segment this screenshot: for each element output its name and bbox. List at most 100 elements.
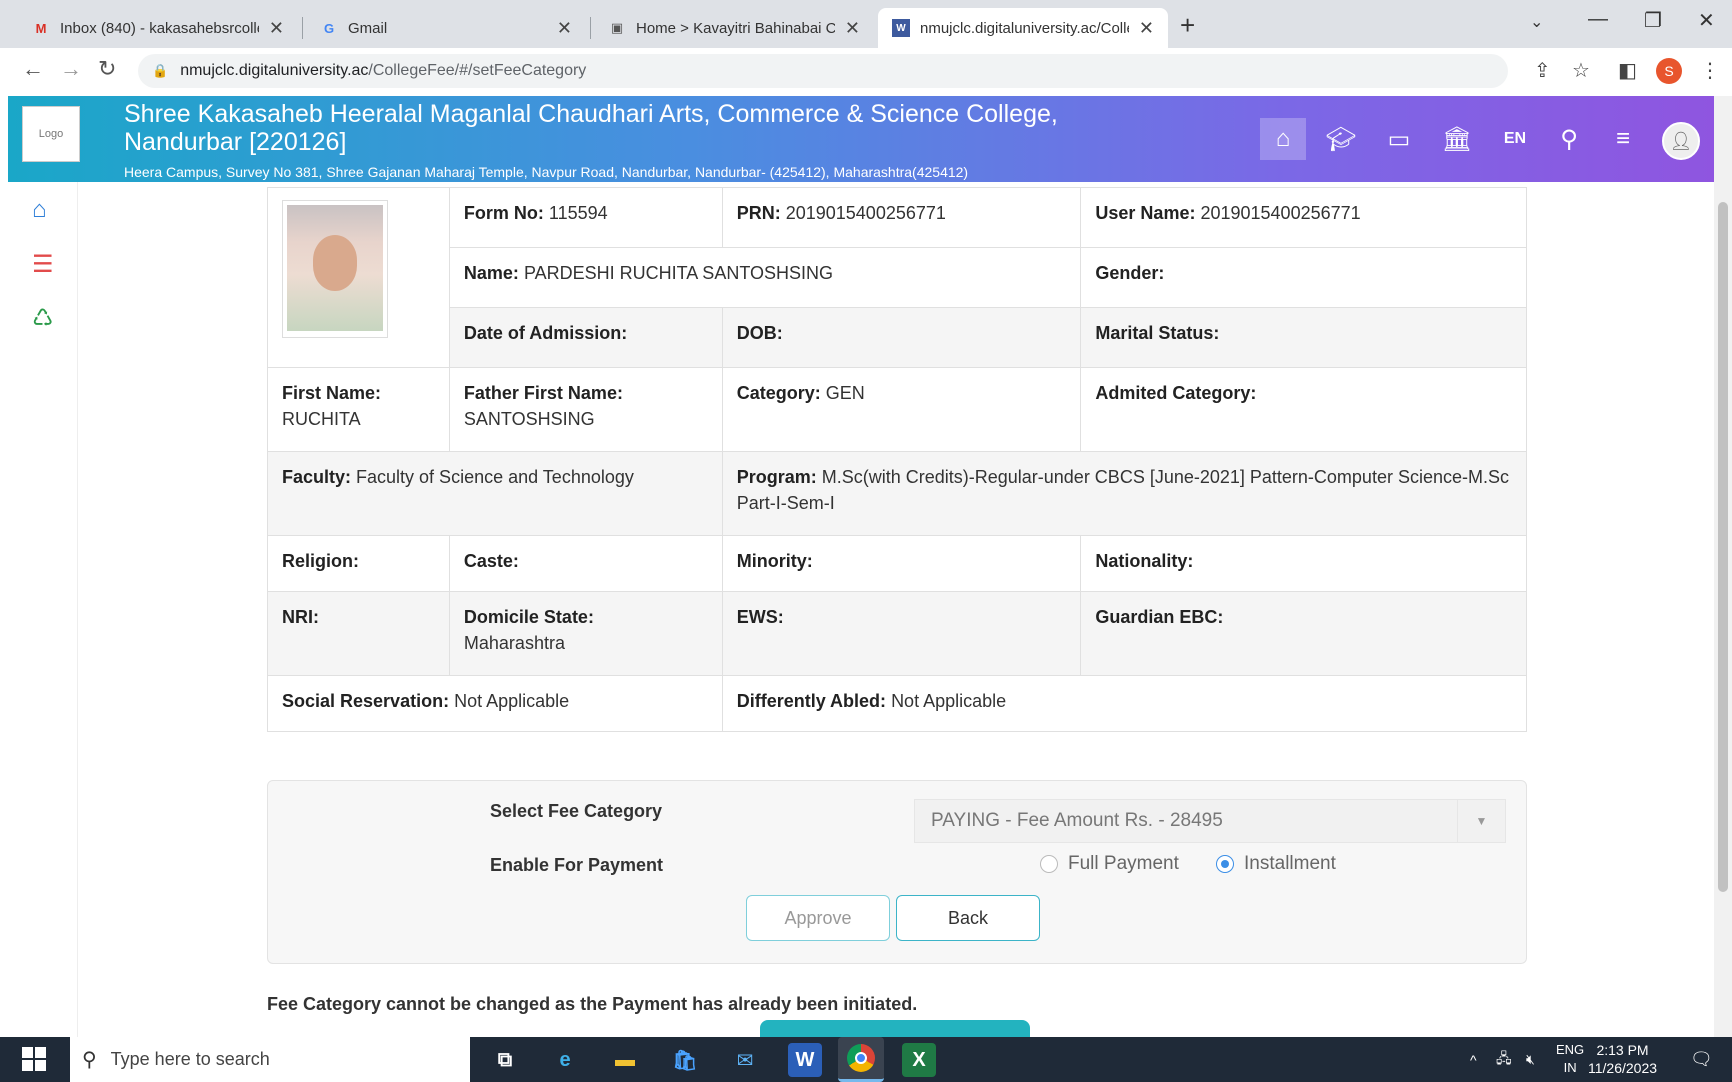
tray-chevron-icon[interactable]: ^ <box>1470 1037 1477 1082</box>
word-icon[interactable]: W <box>788 1043 822 1077</box>
edge-icon[interactable]: e <box>548 1043 582 1077</box>
excel-icon[interactable]: X <box>902 1043 936 1077</box>
full-payment-radio[interactable] <box>1040 855 1058 873</box>
name-cell: Name: PARDESHI RUCHITA SANTOSHSING <box>448 247 1082 308</box>
browser-tab-gmail[interactable]: G Gmail ✕ <box>306 8 586 48</box>
task-view-icon[interactable]: ⧉ <box>488 1043 522 1077</box>
close-window-icon[interactable]: ✕ <box>1698 8 1715 33</box>
lock-icon: 🔒 <box>152 63 169 78</box>
domicile-cell: Domicile State: Maharashtra <box>448 591 723 676</box>
share-icon[interactable]: ⇪ <box>1534 58 1551 83</box>
minimize-icon[interactable]: — <box>1588 8 1608 31</box>
gmail-icon: M <box>35 20 47 36</box>
home-icon[interactable]: ⌂ <box>1260 118 1306 160</box>
father-name-cell: Father First Name: SANTOSHSING <box>448 367 723 452</box>
faculty-cell: Faculty: Faculty of Science and Technolo… <box>267 451 723 536</box>
url-bar[interactable]: 🔒 nmujclc.digitaluniversity.ac/CollegeFe… <box>138 54 1508 88</box>
file-explorer-icon[interactable]: ▬ <box>608 1043 642 1077</box>
fee-category-panel: Select Fee Category PAYING - Fee Amount … <box>267 780 1527 964</box>
user-avatar-icon[interactable]: 👤︎ <box>1662 122 1700 160</box>
chrome-icon[interactable] <box>838 1037 884 1082</box>
main-content: Form No: 115594 PRN: 2019015400256771 Us… <box>230 182 1540 1040</box>
profile-avatar[interactable]: S <box>1656 58 1682 84</box>
windows-start-icon[interactable] <box>22 1047 46 1071</box>
notifications-icon[interactable]: 🗨︎ <box>1690 1037 1713 1082</box>
menu-dots-icon[interactable]: ⋮ <box>1700 58 1720 83</box>
gender-cell: Gender: <box>1080 247 1527 308</box>
forward-arrow-icon[interactable]: → <box>60 56 82 82</box>
caste-cell: Caste: <box>448 535 723 592</box>
category-cell: Category: GEN <box>721 367 1082 452</box>
tab-search-icon[interactable]: ⌄ <box>1530 12 1543 32</box>
mail-icon[interactable]: ✉ <box>728 1043 762 1077</box>
page-icon: ▣ <box>610 20 624 35</box>
dob-cell: DOB: <box>721 307 1082 368</box>
search-icon[interactable]: ⚲ <box>1546 118 1592 160</box>
new-tab-icon[interactable]: + <box>1180 10 1195 41</box>
star-icon[interactable]: ☆ <box>1572 58 1590 83</box>
recycle-icon[interactable]: ♺ <box>32 304 54 333</box>
fee-category-select[interactable]: PAYING - Fee Amount Rs. - 28495 ▼ <box>914 799 1506 843</box>
network-icon[interactable]: 🖧︎ <box>1496 1037 1512 1082</box>
marital-cell: Marital Status: <box>1080 307 1527 368</box>
admitted-category-cell: Admited Category: <box>1080 367 1527 452</box>
back-button[interactable]: Back <box>896 895 1040 941</box>
tab-title: Home > Kavayitri Bahinabai Cha <box>636 19 835 37</box>
nationality-cell: Nationality: <box>1080 535 1527 592</box>
windows-taskbar: ⚲ Type here to search ⧉ e ▬ 🛍︎ ✉ W X ^ 🖧… <box>0 1037 1732 1082</box>
url-host: nmujclc.digitaluniversity.ac <box>180 62 369 79</box>
institution-icon[interactable]: 🏛︎ <box>1434 118 1480 160</box>
hamburger-menu-icon[interactable]: ≡ <box>1600 118 1646 160</box>
browser-tab-inbox[interactable]: M Inbox (840) - kakasahebsrcollege ✕ <box>18 8 298 48</box>
approve-button[interactable]: Approve <box>746 895 890 941</box>
language-toggle[interactable]: EN <box>1492 118 1538 160</box>
taskbar-clock[interactable]: 2:13 PM 11/26/2023 <box>1588 1041 1657 1077</box>
college-address: Heera Campus, Survey No 381, Shree Gajan… <box>124 164 969 180</box>
installment-label: Installment <box>1244 853 1336 874</box>
doa-cell: Date of Admission: <box>448 307 723 368</box>
graduation-cap-icon[interactable]: 🎓︎ <box>1318 118 1364 160</box>
browser-tab-active[interactable]: W nmujclc.digitaluniversity.ac/Colle ✕ <box>878 8 1168 48</box>
installment-radio[interactable] <box>1216 855 1234 873</box>
address-toolbar: ← → ↻ 🔒 nmujclc.digitaluniversity.ac/Col… <box>0 48 1732 94</box>
full-payment-option[interactable]: Full Payment <box>1040 853 1179 875</box>
social-reservation-cell: Social Reservation: Not Applicable <box>267 675 723 732</box>
college-logo: Logo <box>22 106 80 162</box>
home-icon[interactable]: ⌂ <box>32 196 47 224</box>
app-header: Logo Shree Kakasaheb Heeralal Maganlal C… <box>8 96 1714 182</box>
restore-icon[interactable]: ❐ <box>1644 8 1662 33</box>
close-tab-icon[interactable]: ✕ <box>269 18 284 39</box>
close-tab-icon[interactable]: ✕ <box>1139 18 1154 39</box>
ews-cell: EWS: <box>721 591 1082 676</box>
full-payment-label: Full Payment <box>1068 853 1179 874</box>
chevron-down-icon[interactable]: ▼ <box>1457 800 1505 842</box>
scrollbar-thumb[interactable] <box>1718 202 1728 892</box>
student-photo-cell <box>267 187 450 368</box>
reload-icon[interactable]: ↻ <box>98 56 116 82</box>
search-placeholder: Type here to search <box>110 1049 270 1069</box>
form-no-cell: Form No: 115594 <box>448 187 723 248</box>
browser-tabstrip: M Inbox (840) - kakasahebsrcollege ✕ G G… <box>0 0 1732 48</box>
checklist-icon[interactable]: ☰ <box>32 250 54 279</box>
cards-icon[interactable]: ▭ <box>1376 118 1422 160</box>
guardian-ebc-cell: Guardian EBC: <box>1080 591 1527 676</box>
college-name: Shree Kakasaheb Heeralal Maganlal Chaudh… <box>124 100 1058 156</box>
volume-muted-icon[interactable]: 🔇︎ <box>1526 1037 1535 1082</box>
url-path: /CollegeFee/#/setFeeCategory <box>368 62 587 79</box>
page-scrollbar[interactable] <box>1714 96 1732 1037</box>
tab-title: nmujclc.digitaluniversity.ac/Colle <box>920 19 1129 37</box>
input-language[interactable]: ENG IN <box>1556 1041 1584 1077</box>
religion-cell: Religion: <box>267 535 450 592</box>
side-panel-icon[interactable]: ◧ <box>1618 58 1637 83</box>
store-icon[interactable]: 🛍︎ <box>668 1043 702 1077</box>
select-fee-category-label: Select Fee Category <box>490 801 663 821</box>
browser-tab-home[interactable]: ▣ Home > Kavayitri Bahinabai Cha ✕ <box>594 8 874 48</box>
back-arrow-icon[interactable]: ← <box>22 56 44 82</box>
site-icon: W <box>892 19 910 37</box>
nri-cell: NRI: <box>267 591 450 676</box>
close-tab-icon[interactable]: ✕ <box>845 18 860 39</box>
taskbar-search[interactable]: ⚲ Type here to search <box>70 1037 470 1082</box>
close-tab-icon[interactable]: ✕ <box>557 18 572 39</box>
tab-title: Gmail <box>348 19 388 37</box>
installment-option[interactable]: Installment <box>1216 853 1336 875</box>
